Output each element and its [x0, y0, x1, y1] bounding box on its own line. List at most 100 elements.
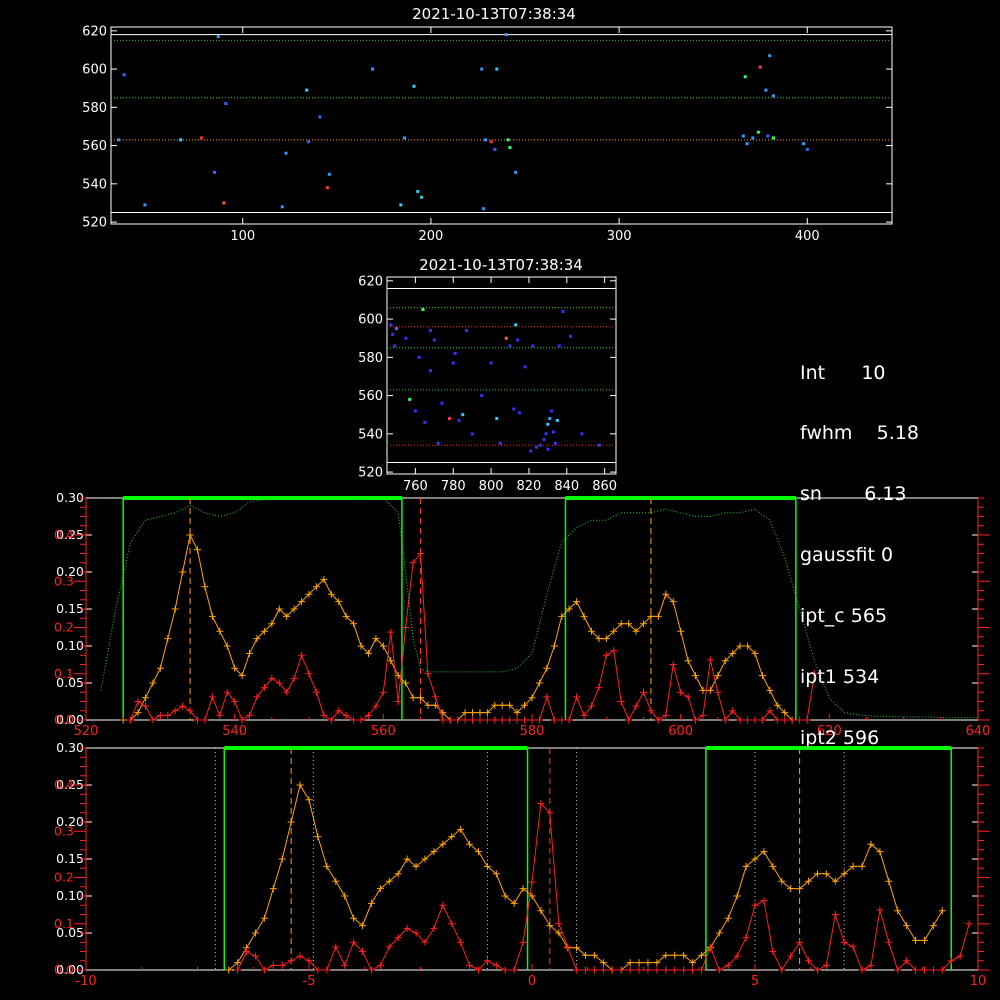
x-tick-label: 860: [592, 479, 617, 494]
data-point: [743, 75, 747, 79]
data-point: [143, 203, 147, 207]
x-tick-label: 820: [517, 479, 542, 494]
info-fwhm: fwhm 5.18: [800, 422, 919, 445]
info-ipt2: ipt2 596: [800, 726, 880, 749]
data-point: [393, 344, 397, 348]
data-point: [371, 67, 375, 71]
data-point: [508, 145, 512, 149]
data-point: [199, 136, 203, 140]
data-point: [423, 420, 427, 424]
data-point: [745, 142, 749, 146]
x-tick-label: -5: [303, 974, 316, 989]
red-axis-tick-label: 0.0: [54, 962, 74, 977]
data-point: [531, 344, 535, 348]
data-point: [508, 344, 512, 348]
data-point: [493, 147, 497, 151]
x-tick-label: 580: [520, 724, 545, 739]
data-point: [216, 35, 220, 39]
data-point: [546, 447, 550, 451]
x-tick-label: 200: [419, 229, 444, 244]
middle-chart-title: 2021-10-13T07:38:34: [419, 256, 583, 274]
data-point: [504, 33, 508, 37]
red-axis-tick-label: 0.3: [54, 823, 74, 838]
data-point: [453, 352, 457, 356]
x-tick-label: 840: [554, 479, 579, 494]
red-axis-tick-label: 0.2: [54, 870, 74, 885]
data-point: [499, 441, 503, 445]
data-point: [429, 369, 433, 373]
data-point: [305, 88, 309, 92]
data-point: [413, 409, 417, 413]
data-point: [408, 397, 412, 401]
x-tick-label: 600: [668, 724, 693, 739]
data-point: [561, 309, 565, 313]
data-point: [506, 138, 510, 142]
data-point: [117, 138, 121, 142]
y-tick-label: 620: [82, 24, 107, 39]
data-point: [436, 441, 440, 445]
y-tick-label: 0.10: [56, 638, 84, 653]
data-point: [432, 338, 436, 342]
data-point: [758, 65, 762, 69]
data-point: [514, 170, 518, 174]
data-point: [805, 147, 809, 151]
data-point: [741, 134, 745, 138]
data-point: [482, 207, 486, 211]
data-point: [480, 394, 484, 398]
y-tick-label: 0.30: [56, 490, 84, 505]
red-axis-tick-label: 0.4: [54, 777, 74, 792]
data-point: [771, 94, 775, 98]
data-point: [542, 438, 546, 442]
x-tick-label: 5: [751, 974, 759, 989]
data-point: [552, 430, 556, 434]
x-tick-label: 0: [528, 974, 536, 989]
data-point: [548, 417, 552, 421]
data-point: [529, 449, 533, 453]
data-point: [504, 336, 508, 340]
data-point: [213, 170, 217, 174]
data-point: [764, 88, 768, 92]
x-tick-label: 10: [970, 974, 987, 989]
data-point: [489, 140, 493, 144]
info-panel: Int 10 fwhm 5.18 sn 6.13 gaussfit 0 ipt_…: [800, 322, 919, 769]
data-point: [495, 417, 499, 421]
y-tick-label: 520: [82, 216, 107, 231]
info-ipt1: ipt1 534: [800, 666, 880, 689]
y-tick-label: 580: [82, 101, 107, 116]
x-tick-label: -10: [75, 974, 96, 989]
y-tick-label: 560: [358, 389, 383, 404]
y-tick-label: 0.15: [56, 851, 84, 866]
data-point: [557, 344, 561, 348]
y-tick-label: 540: [358, 427, 383, 442]
data-point: [484, 138, 488, 142]
data-point: [771, 136, 775, 140]
y-tick-label: 560: [82, 139, 107, 154]
data-point: [412, 84, 416, 88]
data-point: [517, 411, 521, 415]
data-point: [538, 443, 542, 447]
data-point: [457, 418, 461, 422]
x-tick-label: 780: [441, 479, 466, 494]
data-point: [470, 432, 474, 436]
data-point: [404, 336, 408, 340]
data-point: [495, 67, 499, 71]
data-point: [447, 417, 451, 421]
data-point: [544, 432, 548, 436]
data-point: [555, 418, 559, 422]
data-point: [399, 203, 403, 207]
x-tick-label: 760: [403, 479, 428, 494]
data-point: [403, 136, 407, 140]
data-point: [516, 338, 520, 342]
data-point: [756, 130, 760, 134]
x-tick-label: 800: [479, 479, 504, 494]
data-point: [284, 151, 288, 155]
y-tick-label: 620: [358, 274, 383, 289]
x-tick-label: 400: [795, 229, 820, 244]
y-tick-label: 580: [358, 351, 383, 366]
data-point: [179, 138, 183, 142]
data-point: [464, 329, 468, 333]
red-axis-tick-label: 0.3: [54, 573, 74, 588]
x-tick-label: 300: [607, 229, 632, 244]
data-point: [307, 140, 311, 144]
data-point: [222, 201, 226, 205]
